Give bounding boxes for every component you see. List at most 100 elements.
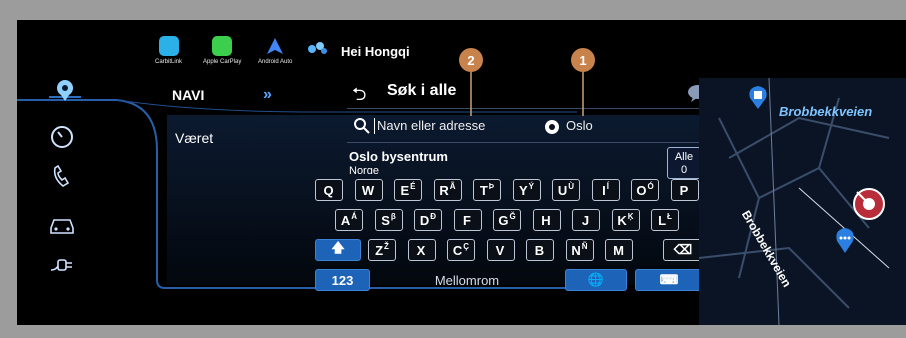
key-accent: Ý xyxy=(528,181,534,191)
annotation-line-2 xyxy=(470,72,472,116)
delete-key[interactable]: ⌫ xyxy=(663,239,703,261)
key-accent: Ç xyxy=(463,241,470,251)
key-n[interactable]: NÑ xyxy=(565,239,594,261)
apple-carplay-app[interactable]: Apple CarPlay xyxy=(203,36,241,65)
space-key[interactable]: Mellomrom xyxy=(377,269,557,291)
key-label: R xyxy=(439,182,449,198)
numbers-key[interactable]: 123 xyxy=(315,269,370,291)
filter-label: Alle xyxy=(674,151,694,163)
city-selector[interactable]: Oslo xyxy=(544,116,644,138)
assistant-icon[interactable] xyxy=(307,40,329,56)
key-label: D xyxy=(419,212,430,228)
key-label: W xyxy=(361,182,375,198)
key-accent: Ķ xyxy=(627,211,634,221)
menu-item-navi[interactable]: NAVI xyxy=(172,87,204,103)
search-title: Søk i alle xyxy=(387,82,457,99)
key-z[interactable]: ZŽ xyxy=(368,239,396,261)
divider xyxy=(347,142,707,143)
key-o[interactable]: OÓ xyxy=(631,179,659,201)
city-label: Oslo xyxy=(566,118,593,133)
key-label: Q xyxy=(323,182,334,198)
key-accent: É xyxy=(410,181,416,191)
key-label: P xyxy=(679,182,689,198)
search-icon xyxy=(354,118,370,134)
key-label: M xyxy=(613,242,624,258)
charging-icon[interactable] xyxy=(47,252,77,278)
globe-key[interactable]: 🌐 xyxy=(565,269,627,291)
android-auto-icon xyxy=(265,36,285,56)
key-s[interactable]: Sβ xyxy=(374,209,403,231)
key-label: E xyxy=(400,182,410,198)
key-label: G xyxy=(498,212,509,228)
compass-position-icon[interactable] xyxy=(849,184,889,229)
key-p[interactable]: P xyxy=(670,179,699,201)
assistant-label[interactable]: Hei Hongqi xyxy=(341,44,410,59)
key-a[interactable]: AÁ xyxy=(335,209,363,231)
key-label: B xyxy=(534,242,545,258)
menu-item-weather[interactable]: Været xyxy=(175,130,213,146)
android-auto-app[interactable]: Android Auto xyxy=(258,36,292,65)
car-icon[interactable] xyxy=(47,212,77,238)
key-label: J xyxy=(581,212,590,228)
key-l[interactable]: LŁ xyxy=(651,209,679,231)
key-c[interactable]: CÇ xyxy=(447,239,475,261)
key-e[interactable]: EÉ xyxy=(394,179,422,201)
map-view[interactable]: Brobbekkveien Brobbekkveien xyxy=(698,77,906,325)
key-j[interactable]: J xyxy=(572,209,600,231)
map-street-label: Brobbekkveien xyxy=(779,104,873,119)
speedometer-icon[interactable] xyxy=(47,124,77,150)
annotation-badge-2: 2 xyxy=(459,48,483,72)
poi-marker-icon[interactable] xyxy=(834,226,856,259)
key-accent: Ð xyxy=(430,211,437,221)
key-accent: Ž xyxy=(384,241,389,251)
key-label: Y xyxy=(518,182,528,198)
key-accent: Ğ xyxy=(509,211,516,221)
key-x[interactable]: X xyxy=(407,239,436,261)
key-h[interactable]: H xyxy=(532,209,561,231)
key-label: L xyxy=(658,212,667,228)
key-label: K xyxy=(617,212,627,228)
divider xyxy=(347,108,707,109)
key-accent: β xyxy=(390,211,396,221)
key-v[interactable]: V xyxy=(486,239,515,261)
key-t[interactable]: TÞ xyxy=(473,179,501,201)
suggestion-country: Norge xyxy=(349,165,379,174)
key-d[interactable]: DÐ xyxy=(414,209,442,231)
shift-key[interactable]: 🡅 xyxy=(315,239,361,261)
key-label: Z xyxy=(375,242,384,258)
key-f[interactable]: F xyxy=(453,209,482,231)
menu-chevron: » xyxy=(263,86,272,103)
annotation-line-1 xyxy=(582,72,584,116)
suggestion-name[interactable]: Oslo bysentrum xyxy=(349,149,448,164)
key-accent: Ł xyxy=(667,211,672,221)
fuel-station-icon[interactable] xyxy=(747,84,769,115)
phone-icon[interactable] xyxy=(47,164,77,190)
key-label: U xyxy=(557,182,568,198)
carplay-icon xyxy=(212,36,233,56)
key-y[interactable]: YÝ xyxy=(512,179,541,201)
key-m[interactable]: M xyxy=(605,239,633,261)
key-label: A xyxy=(340,212,351,228)
key-g[interactable]: GĞ xyxy=(493,209,521,231)
search-input[interactable]: Navn eller adresse xyxy=(352,116,527,138)
filter-all-button[interactable]: Alle 0 xyxy=(667,147,701,179)
key-i[interactable]: IÍ xyxy=(591,179,620,201)
navigation-icon[interactable] xyxy=(45,78,85,104)
key-u[interactable]: UÙ xyxy=(552,179,580,201)
key-label: S xyxy=(381,212,390,228)
search-placeholder: Navn eller adresse xyxy=(377,118,486,133)
key-accent: Ñ xyxy=(581,241,588,251)
key-accent: Á xyxy=(351,211,358,221)
key-w[interactable]: W xyxy=(354,179,383,201)
key-k[interactable]: KĶ xyxy=(611,209,640,231)
key-q[interactable]: Q xyxy=(315,179,343,201)
keyboard: Q W E É R Ã T Þ Y Ý U Ù I Í O Ó P A Á Sβ D Ð F G Ğ H J K Ķ L Ł 🡅 Z Ž X C Ç V B… xyxy=(313,176,709,302)
hide-keyboard-key[interactable]: ⌨ xyxy=(635,269,703,291)
carbitlink-app[interactable]: CarbitLink xyxy=(155,36,182,65)
key-label: I xyxy=(602,182,606,198)
key-accent: Ó xyxy=(647,181,654,191)
key-r[interactable]: RÃ xyxy=(433,179,462,201)
key-b[interactable]: B xyxy=(526,239,554,261)
key-accent: Ã xyxy=(449,181,456,191)
key-label: T xyxy=(479,182,488,198)
